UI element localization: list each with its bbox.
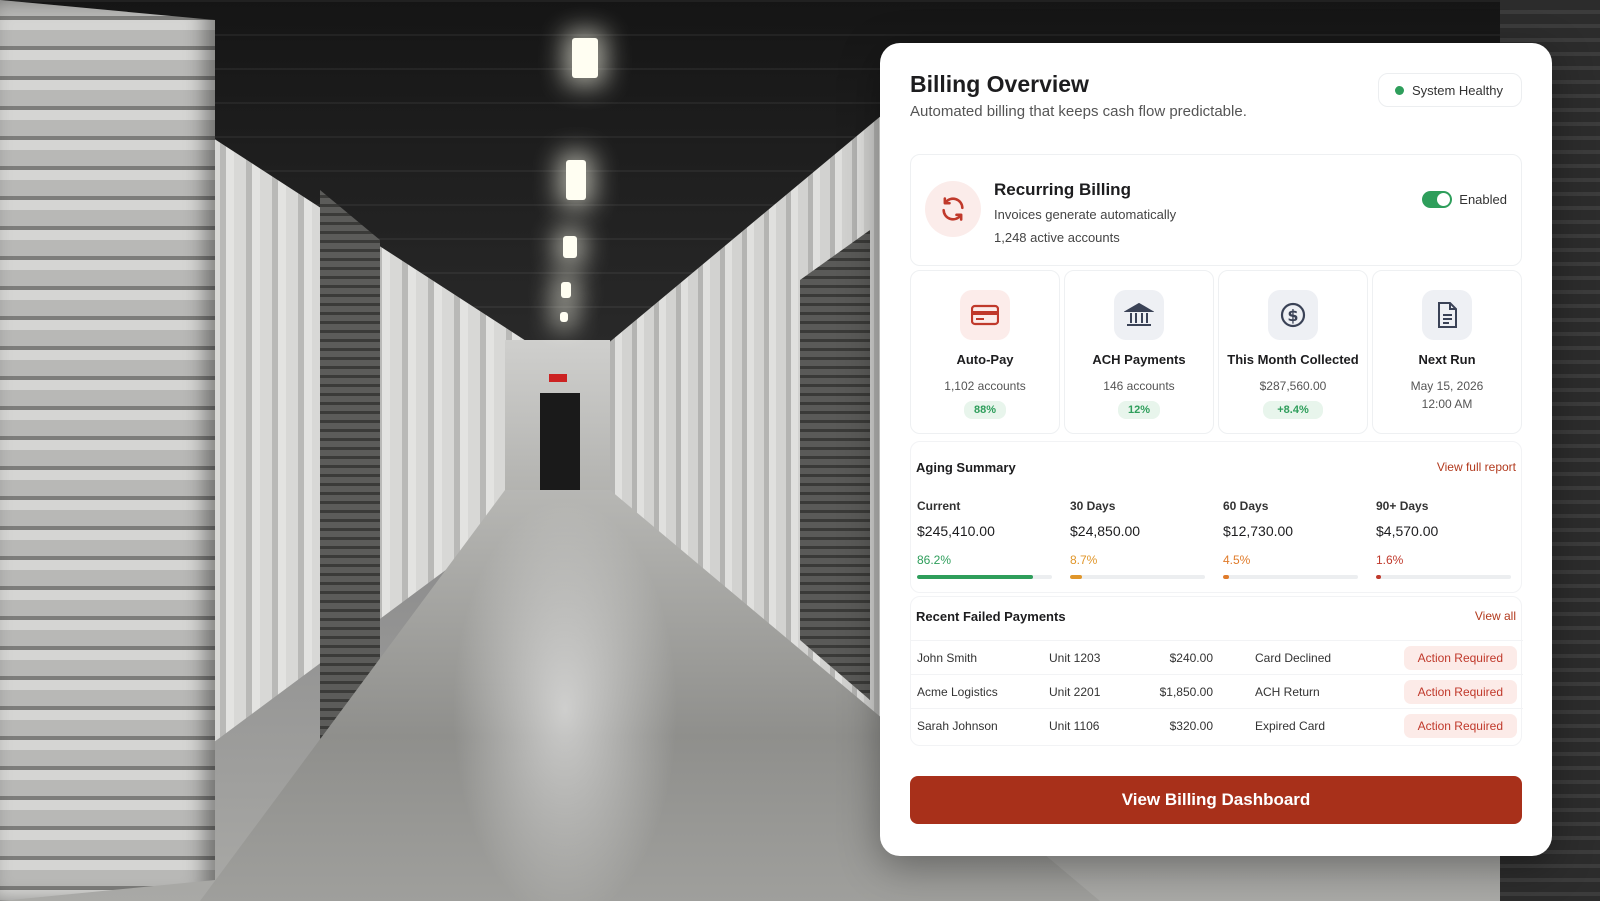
action-required-badge[interactable]: Action Required [1403,680,1517,704]
ceiling-light [561,282,571,298]
bucket-progress-fill [1070,575,1082,579]
credit-card-icon [960,290,1010,340]
unit-number: Unit 2201 [1049,685,1101,699]
aging-bucket-30-days: 30 Days $24,850.00 8.7% [1070,499,1205,579]
recurring-billing-description: Invoices generate automatically [994,207,1177,222]
payment-amount: $1,850.00 [1159,685,1213,699]
customer-name: Sarah Johnson [917,719,998,733]
customer-name: John Smith [917,651,978,665]
page-title: Billing Overview [910,71,1089,97]
next-run-date: May 15, 2026 [1410,379,1484,393]
table-row[interactable]: Acme Logistics Unit 2201 $1,850.00 ACH R… [911,674,1523,709]
ceiling-light [572,38,598,78]
svg-text:$: $ [1287,306,1298,325]
hallway-end-door [540,393,580,491]
bucket-progress-bar [917,575,1052,579]
aging-bucket-90-plus-days: 90+ Days $4,570.00 1.6% [1376,499,1511,579]
bucket-label: 90+ Days [1376,499,1429,513]
recurring-billing-toggle-group[interactable]: Enabled [1422,191,1507,208]
bucket-progress-fill [1376,575,1382,579]
stat-card-this-month-collected[interactable]: $ This Month Collected $287,560.00 +8.4% [1218,270,1368,434]
view-all-link[interactable]: View all [1475,609,1516,623]
toggle-label: Enabled [1459,192,1507,207]
customer-name: Acme Logistics [917,685,998,699]
bucket-label: Current [917,499,961,513]
stat-label: Next Run [1418,352,1476,367]
bucket-percent: 1.6% [1376,553,1404,567]
bucket-progress-bar [1070,575,1205,579]
section-title: Aging Summary [916,460,1016,475]
page-subtitle: Automated billing that keeps cash flow p… [910,103,1247,120]
bucket-progress-bar [1223,575,1358,579]
table-row[interactable]: John Smith Unit 1203 $240.00 Card Declin… [911,640,1523,675]
view-billing-dashboard-button[interactable]: View Billing Dashboard [910,776,1522,824]
stat-label: Auto-Pay [956,352,1014,367]
stat-label: This Month Collected [1227,352,1359,367]
bucket-amount: $12,730.00 [1223,523,1294,539]
recurring-billing-toggle[interactable] [1422,191,1453,208]
payment-amount: $240.00 [1169,651,1213,665]
unit-number: Unit 1106 [1049,719,1100,733]
bucket-percent: 86.2% [917,553,952,567]
bucket-amount: $4,570.00 [1376,523,1439,539]
stat-growth-badge: +8.4% [1263,401,1323,419]
ceiling-light [566,160,586,200]
status-dot-icon [1394,85,1404,95]
bucket-progress-fill [1223,575,1230,579]
stat-value: 1,102 accounts [944,379,1026,393]
ceiling-light [560,312,568,322]
billing-stats: Auto-Pay 1,102 accounts 88% ACH Payments… [910,270,1522,434]
ceiling-light [563,236,577,258]
aging-bucket-60-days: 60 Days $12,730.00 4.5% [1223,499,1358,579]
bucket-percent: 4.5% [1223,553,1251,567]
system-status-label: System Healthy [1411,82,1503,98]
section-title: Recent Failed Payments [916,609,1066,624]
bucket-amount: $245,410.00 [917,523,995,539]
storage-door [0,0,215,901]
recent-failed-payments-panel: Recent Failed Payments View all John Smi… [910,596,1523,746]
view-full-report-link[interactable]: View full report [1437,460,1516,474]
unit-number: Unit 1203 [1049,651,1101,665]
stat-label: ACH Payments [1092,352,1186,367]
recurring-billing-title: Recurring Billing [994,180,1131,199]
aging-bucket-current: Current $245,410.00 86.2% [917,499,1052,579]
recurring-billing-panel: Recurring Billing Invoices generate auto… [910,154,1522,266]
document-icon [1422,290,1472,340]
failure-reason: Expired Card [1255,719,1326,733]
table-row[interactable]: Sarah Johnson Unit 1106 $320.00 Expired … [911,708,1523,743]
stat-card-auto-pay[interactable]: Auto-Pay 1,102 accounts 88% [910,270,1060,434]
dollar-coin-icon: $ [1268,290,1318,340]
action-required-badge[interactable]: Action Required [1403,714,1517,738]
failure-reason: Card Declined [1255,651,1332,665]
stat-percent-badge: 88% [963,401,1007,419]
aging-buckets: Current $245,410.00 86.2% 30 Days $24,85… [917,499,1511,579]
stat-value: 146 accounts [1103,379,1175,393]
bucket-progress-bar [1376,575,1511,579]
bucket-percent: 8.7% [1070,553,1098,567]
billing-overview-card: Billing Overview Automated billing that … [880,43,1552,856]
aging-summary-panel: Aging Summary View full report Current $… [910,441,1522,593]
bucket-label: 60 Days [1223,499,1269,513]
next-run-time: 12:00 AM [1421,397,1473,411]
bucket-amount: $24,850.00 [1070,523,1141,539]
system-status-badge: System Healthy [1377,73,1522,107]
bucket-label: 30 Days [1070,499,1116,513]
active-accounts-count: 1,248 active accounts [994,230,1120,245]
failure-reason: ACH Return [1255,685,1320,699]
stat-card-ach-payments[interactable]: ACH Payments 146 accounts 12% [1064,270,1214,434]
refresh-icon [925,181,981,237]
action-required-badge[interactable]: Action Required [1403,646,1517,670]
stat-card-next-run[interactable]: Next Run May 15, 2026 12:00 AM [1372,270,1522,434]
stat-percent-badge: 12% [1117,401,1161,419]
bucket-progress-fill [917,575,1034,579]
bank-icon [1114,290,1164,340]
payment-amount: $320.00 [1169,719,1213,733]
stat-value: $287,560.00 [1259,379,1327,393]
exit-sign [549,374,567,382]
